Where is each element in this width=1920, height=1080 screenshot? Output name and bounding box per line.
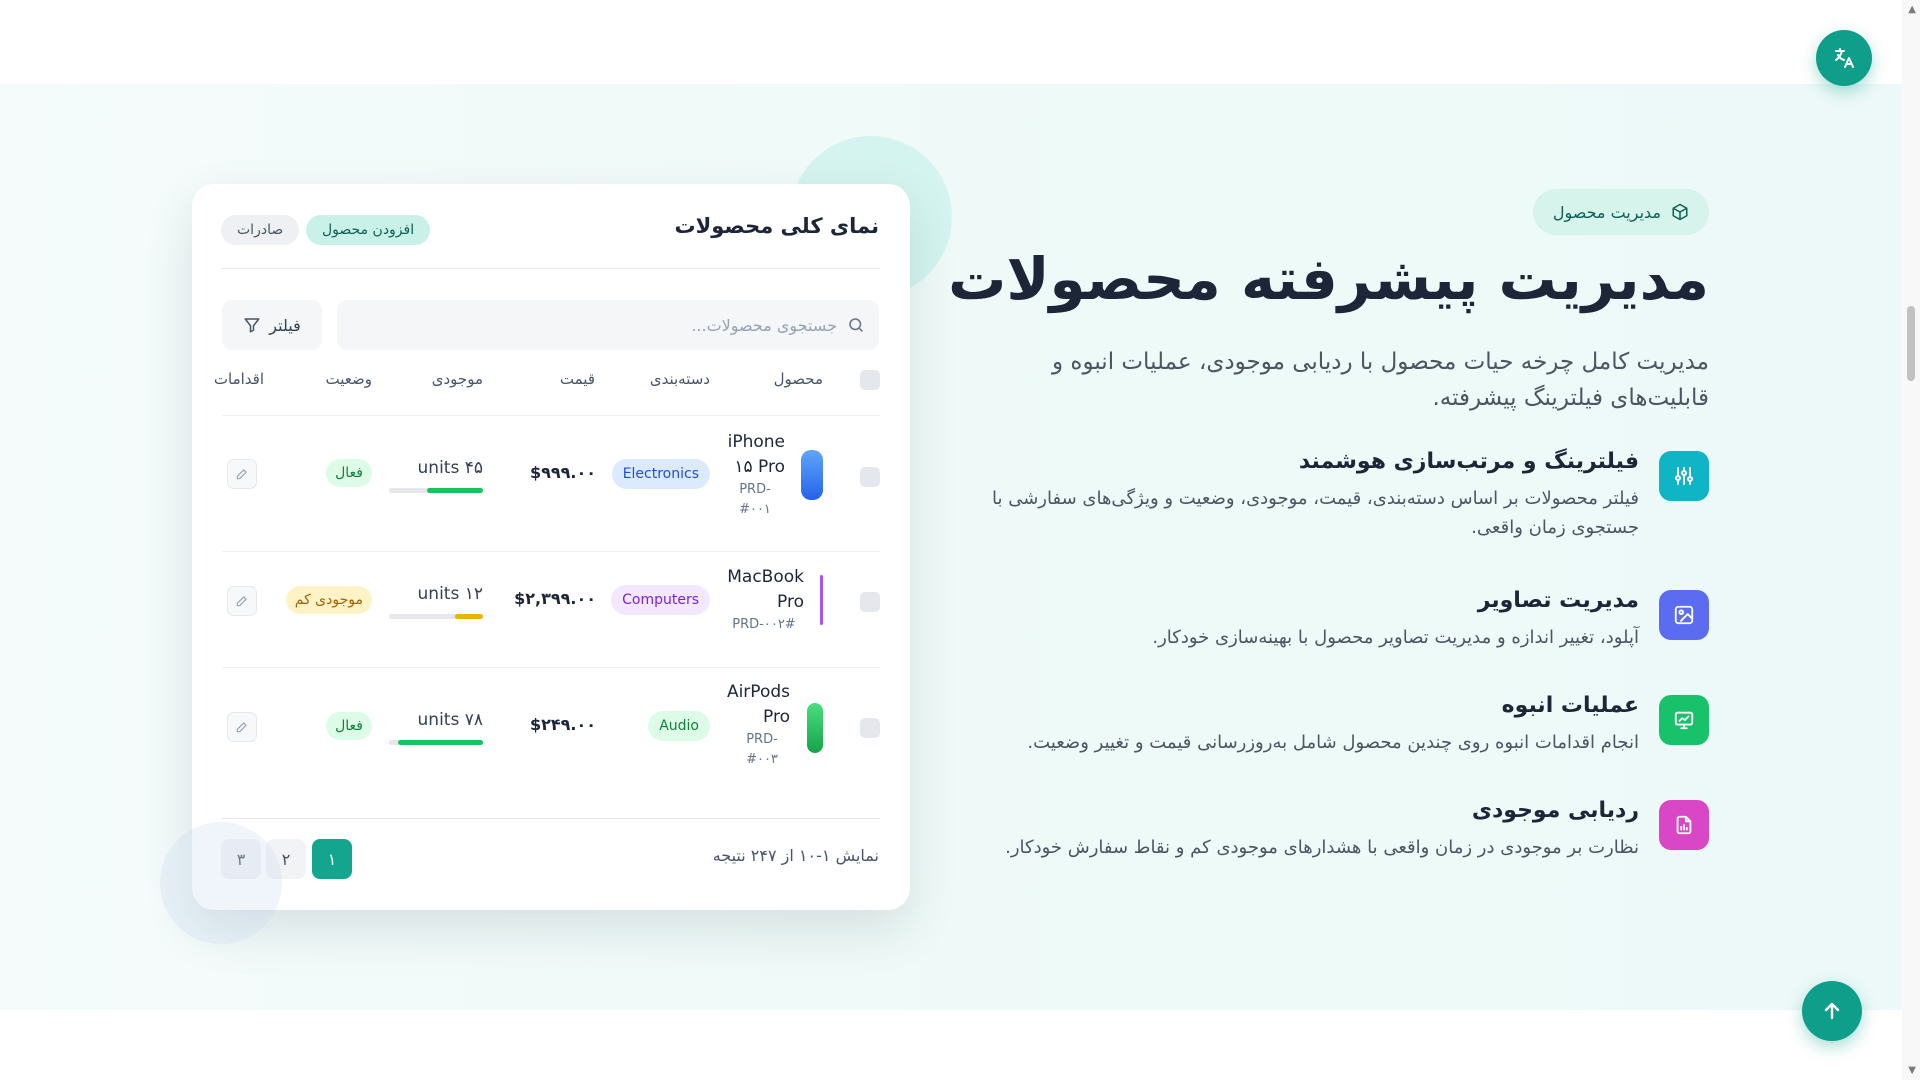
row-checkbox[interactable]	[860, 467, 880, 487]
pencil-icon	[236, 596, 247, 607]
page-scrollbar[interactable]: ▲ ▼	[1902, 0, 1920, 1080]
product-price: $۲,۳۹۹.۰۰	[514, 589, 596, 608]
box-icon	[1672, 203, 1688, 221]
stock-bar-fill	[426, 488, 483, 493]
chart-board-icon	[1659, 695, 1709, 745]
pencil-icon	[236, 469, 247, 480]
translate-button[interactable]	[1816, 30, 1872, 86]
product-thumbnail	[807, 703, 823, 753]
arrow-up-icon	[1824, 1002, 1840, 1020]
category-badge: Audio	[648, 711, 710, 741]
product-sku: PRD-#۰۰۳	[746, 732, 778, 767]
stock-bar	[389, 614, 483, 619]
column-header-actions[interactable]: اقدامات	[214, 370, 264, 388]
scroll-to-top-button[interactable]	[1802, 981, 1862, 1041]
search-placeholder: جستجوی محصولات...	[691, 315, 837, 335]
feature-title: عملیات انبوه	[1501, 693, 1639, 718]
product-thumbnail	[801, 450, 823, 500]
filter-button[interactable]: فیلتر	[222, 300, 322, 350]
stock-bar-fill	[454, 614, 483, 619]
feature-item: مدیریت تصاویر آپلود، تغییر اندازه و مدیر…	[989, 588, 1709, 652]
column-header-stock[interactable]: موجودی	[432, 370, 483, 388]
column-header-category[interactable]: دسته‌بندی	[650, 370, 710, 388]
edit-button[interactable]	[227, 586, 257, 616]
stock-count: units ۷۸	[417, 710, 483, 730]
feature-description: آپلود، تغییر اندازه و مدیریت تصاویر محصو…	[1152, 627, 1639, 648]
filter-label: فیلتر	[269, 315, 301, 335]
scrollbar-thumb[interactable]	[1907, 306, 1915, 381]
product-name: AirPods Pro	[726, 682, 790, 727]
feature-item: فیلترینگ و مرتب‌سازی هوشمند فیلتر محصولا…	[989, 449, 1709, 542]
edit-button[interactable]	[227, 459, 257, 489]
row-checkbox[interactable]	[860, 718, 880, 738]
funnel-icon	[244, 318, 260, 333]
feature-title: فیلترینگ و مرتب‌سازی هوشمند	[1298, 449, 1639, 474]
image-icon	[1659, 590, 1709, 640]
row-divider	[222, 667, 880, 668]
feature-item: عملیات انبوه انجام اقدامات انبوه روی چند…	[989, 693, 1709, 757]
product-thumbnail	[820, 575, 823, 625]
stock-count: units ۴۵	[417, 458, 483, 478]
feature-description: انجام اقدامات انبوه روی چندین محصول شامل…	[1027, 732, 1639, 753]
products-overview-card: نمای کلی محصولات افزودن محصول صادرات جست…	[192, 184, 910, 910]
stock-count: units ۱۲	[417, 584, 483, 604]
category-badge: Electronics	[611, 459, 710, 489]
row-checkbox[interactable]	[860, 592, 880, 612]
status-badge: موجودی کم	[285, 586, 372, 614]
feature-title: مدیریت تصاویر	[1477, 588, 1639, 613]
row-divider	[222, 415, 880, 416]
section-badge: مدیریت محصول	[1532, 189, 1709, 235]
card-title: نمای کلی محصولات	[674, 214, 879, 238]
translate-icon	[1835, 48, 1854, 68]
status-badge: فعال	[326, 459, 372, 487]
stock-bar	[389, 488, 483, 493]
feature-title: ردیابی موجودی	[1471, 798, 1639, 823]
product-name: iPhone ۱۵ Pro	[727, 432, 785, 477]
column-header-price[interactable]: قیمت	[560, 370, 595, 388]
select-all-checkbox[interactable]	[860, 370, 880, 390]
hero-description: مدیریت کامل چرخه حیات محصول با ردیابی مو…	[1052, 349, 1709, 411]
scroll-down-arrow-icon[interactable]: ▼	[1908, 1065, 1916, 1076]
feature-description: نظارت بر موجودی در زمان واقعی با هشدارها…	[1005, 837, 1639, 858]
product-price: $۲۴۹.۰۰	[529, 715, 596, 734]
row-divider	[222, 551, 880, 552]
stock-bar	[389, 740, 483, 745]
export-button[interactable]: صادرات	[221, 215, 300, 245]
product-sku: PRD-#۰۰۱	[739, 482, 771, 517]
section-badge-label: مدیریت محصول	[1552, 202, 1661, 222]
column-header-status[interactable]: وضعیت	[326, 370, 372, 388]
edit-button[interactable]	[227, 712, 257, 742]
column-header-product[interactable]: محصول	[774, 370, 823, 388]
hero-title: مدیریت پیشرفته محصولات	[948, 245, 1709, 313]
feature-description: فیلتر محصولات بر اساس دسته‌بندی، قیمت، م…	[991, 488, 1639, 538]
decorative-circle	[160, 822, 282, 944]
scroll-up-arrow-icon[interactable]: ▲	[1908, 4, 1916, 15]
feature-item: ردیابی موجودی نظارت بر موجودی در زمان وا…	[989, 798, 1709, 862]
product-price: $۹۹۹.۰۰	[529, 463, 596, 482]
page-button-1[interactable]: ۱	[312, 839, 352, 879]
sliders-icon	[1659, 451, 1709, 501]
stock-bar-fill	[398, 740, 483, 745]
product-name: MacBook Pro	[727, 567, 804, 612]
results-count: نمایش ۱-۱۰ از ۲۴۷ نتیجه	[712, 846, 879, 865]
report-icon	[1659, 800, 1709, 850]
add-product-button[interactable]: افزودن محصول	[306, 215, 431, 245]
search-icon	[849, 318, 863, 332]
pencil-icon	[236, 722, 247, 733]
divider	[222, 268, 880, 269]
divider	[222, 818, 880, 819]
product-sku: PRD-۰۰۲#	[732, 617, 796, 632]
status-badge: فعال	[326, 712, 372, 740]
search-input[interactable]: جستجوی محصولات...	[337, 300, 879, 350]
category-badge: Computers	[611, 585, 710, 615]
